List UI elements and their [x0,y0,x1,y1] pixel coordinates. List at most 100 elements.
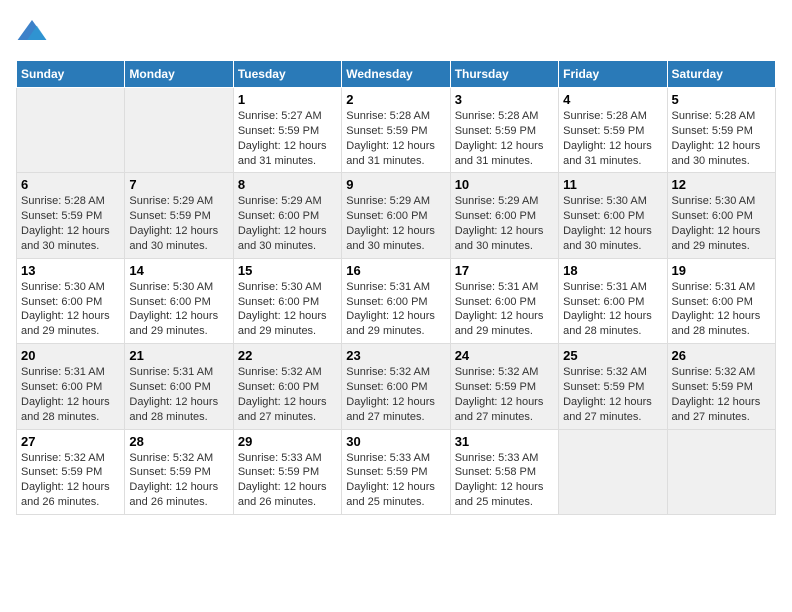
calendar-week-row: 27Sunrise: 5:32 AMSunset: 5:59 PMDayligh… [17,429,776,514]
sunset-text: Sunset: 5:59 PM [21,466,102,478]
sunset-text: Sunset: 6:00 PM [21,296,102,308]
calendar-cell [125,88,233,173]
calendar-cell: 30Sunrise: 5:33 AMSunset: 5:59 PMDayligh… [342,429,450,514]
sunset-text: Sunset: 5:59 PM [346,466,427,478]
calendar-cell: 3Sunrise: 5:28 AMSunset: 5:59 PMDaylight… [450,88,558,173]
daylight-text: Daylight: 12 hours and 26 minutes. [238,481,327,508]
calendar-week-row: 13Sunrise: 5:30 AMSunset: 6:00 PMDayligh… [17,258,776,343]
page-header [16,16,776,48]
daylight-text: Daylight: 12 hours and 29 minutes. [455,310,544,337]
cell-content: Sunrise: 5:30 AMSunset: 6:00 PMDaylight:… [129,280,228,339]
cell-content: Sunrise: 5:32 AMSunset: 6:00 PMDaylight:… [346,365,445,424]
day-number: 17 [455,263,554,278]
day-number: 7 [129,177,228,192]
cell-content: Sunrise: 5:31 AMSunset: 6:00 PMDaylight:… [129,365,228,424]
daylight-text: Daylight: 12 hours and 30 minutes. [21,225,110,252]
daylight-text: Daylight: 12 hours and 29 minutes. [346,310,435,337]
sunrise-text: Sunrise: 5:32 AM [563,366,647,378]
cell-content: Sunrise: 5:31 AMSunset: 6:00 PMDaylight:… [672,280,771,339]
sunrise-text: Sunrise: 5:30 AM [238,281,322,293]
calendar-cell: 27Sunrise: 5:32 AMSunset: 5:59 PMDayligh… [17,429,125,514]
day-number: 5 [672,92,771,107]
cell-content: Sunrise: 5:29 AMSunset: 6:00 PMDaylight:… [238,194,337,253]
day-number: 8 [238,177,337,192]
day-header-wednesday: Wednesday [342,61,450,88]
sunrise-text: Sunrise: 5:31 AM [346,281,430,293]
sunrise-text: Sunrise: 5:32 AM [346,366,430,378]
day-number: 27 [21,434,120,449]
day-number: 6 [21,177,120,192]
daylight-text: Daylight: 12 hours and 29 minutes. [238,310,327,337]
day-number: 3 [455,92,554,107]
sunrise-text: Sunrise: 5:30 AM [21,281,105,293]
calendar-table: SundayMondayTuesdayWednesdayThursdayFrid… [16,60,776,515]
sunrise-text: Sunrise: 5:31 AM [563,281,647,293]
sunset-text: Sunset: 6:00 PM [672,210,753,222]
cell-content: Sunrise: 5:27 AMSunset: 5:59 PMDaylight:… [238,109,337,168]
day-number: 28 [129,434,228,449]
cell-content: Sunrise: 5:31 AMSunset: 6:00 PMDaylight:… [346,280,445,339]
sunrise-text: Sunrise: 5:32 AM [672,366,756,378]
sunrise-text: Sunrise: 5:29 AM [238,195,322,207]
calendar-cell: 21Sunrise: 5:31 AMSunset: 6:00 PMDayligh… [125,344,233,429]
calendar-cell: 25Sunrise: 5:32 AMSunset: 5:59 PMDayligh… [559,344,667,429]
calendar-cell: 17 Sunrise: 5:31 AMSunset: 6:00 PMDayligh… [450,258,558,343]
daylight-text: Daylight: 12 hours and 25 minutes. [455,481,544,508]
sunset-text: Sunset: 6:00 PM [238,381,319,393]
sunset-text: Sunset: 5:59 PM [238,466,319,478]
calendar-cell: 18Sunrise: 5:31 AMSunset: 6:00 PMDayligh… [559,258,667,343]
daylight-text: Daylight: 12 hours and 25 minutes. [346,481,435,508]
calendar-cell: 7Sunrise: 5:29 AMSunset: 5:59 PMDaylight… [125,173,233,258]
daylight-text: Daylight: 12 hours and 28 minutes. [129,396,218,423]
logo-icon [16,16,48,48]
cell-content: Sunrise: 5:30 AMSunset: 6:00 PMDaylight:… [563,194,662,253]
sunrise-text: Sunrise: 5:30 AM [129,281,213,293]
cell-content: Sunrise: 5:30 AMSunset: 6:00 PMDaylight:… [238,280,337,339]
sunset-text: Sunset: 5:59 PM [672,125,753,137]
day-number: 14 [129,263,228,278]
sunrise-text: Sunrise: 5:31 AM [21,366,105,378]
calendar-cell: 2Sunrise: 5:28 AMSunset: 5:59 PMDaylight… [342,88,450,173]
calendar-cell: 22Sunrise: 5:32 AMSunset: 6:00 PMDayligh… [233,344,341,429]
calendar-cell: 19Sunrise: 5:31 AMSunset: 6:00 PMDayligh… [667,258,775,343]
calendar-week-row: 20Sunrise: 5:31 AMSunset: 6:00 PMDayligh… [17,344,776,429]
daylight-text: Daylight: 12 hours and 30 minutes. [672,140,761,167]
cell-content: Sunrise: 5:31 AMSunset: 6:00 PMDaylight:… [21,365,120,424]
day-header-sunday: Sunday [17,61,125,88]
daylight-text: Daylight: 12 hours and 30 minutes. [346,225,435,252]
daylight-text: Daylight: 12 hours and 27 minutes. [238,396,327,423]
day-number: 20 [21,348,120,363]
day-number: 1 [238,92,337,107]
sunset-text: Sunset: 5:59 PM [129,210,210,222]
sunrise-text: Sunrise: 5:28 AM [21,195,105,207]
sunrise-text: Sunrise: 5:27 AM [238,110,322,122]
cell-content: Sunrise: 5:30 AMSunset: 6:00 PMDaylight:… [21,280,120,339]
cell-content: Sunrise: 5:31 AMSunset: 6:00 PMDaylight:… [455,280,554,339]
calendar-cell: 26Sunrise: 5:32 AMSunset: 5:59 PMDayligh… [667,344,775,429]
cell-content: Sunrise: 5:28 AM Sunset: 5:59 PM Daylight:… [21,194,120,253]
calendar-week-row: 1Sunrise: 5:27 AMSunset: 5:59 PMDaylight… [17,88,776,173]
daylight-text: Daylight: 12 hours and 27 minutes. [455,396,544,423]
daylight-text: Daylight: 12 hours and 31 minutes. [563,140,652,167]
sunrise-text: Sunrise: 5:33 AM [346,452,430,464]
day-number: 25 [563,348,662,363]
calendar-cell: 16Sunrise: 5:31 AMSunset: 6:00 PMDayligh… [342,258,450,343]
daylight-text: Daylight: 12 hours and 30 minutes. [455,225,544,252]
sunset-text: Sunset: 5:59 PM [21,210,102,222]
calendar-cell: 23Sunrise: 5:32 AMSunset: 6:00 PMDayligh… [342,344,450,429]
day-header-tuesday: Tuesday [233,61,341,88]
calendar-header-row: SundayMondayTuesdayWednesdayThursdayFrid… [17,61,776,88]
calendar-cell: 28Sunrise: 5:32 AMSunset: 5:59 PMDayligh… [125,429,233,514]
calendar-cell: 11Sunrise: 5:30 AMSunset: 6:00 PMDayligh… [559,173,667,258]
calendar-cell: 1 Sunrise: 5:27 AMSunset: 5:59 PMDaylight… [233,88,341,173]
daylight-text: Daylight: 12 hours and 30 minutes. [563,225,652,252]
daylight-text: Daylight: 12 hours and 29 minutes. [129,310,218,337]
sunrise-text: Sunrise: 5:32 AM [238,366,322,378]
sunset-text: Sunset: 6:00 PM [129,381,210,393]
day-number: 31 [455,434,554,449]
day-number: 26 [672,348,771,363]
calendar-cell: 24Sunrise: 5:32 AMSunset: 5:59 PMDayligh… [450,344,558,429]
cell-content: Sunrise: 5:33 AM Sunset: 5:59 PM Daylight:… [346,451,445,510]
daylight-text: Daylight: 12 hours and 27 minutes. [563,396,652,423]
calendar-cell: 6 Sunrise: 5:28 AM Sunset: 5:59 PM Daylight… [17,173,125,258]
